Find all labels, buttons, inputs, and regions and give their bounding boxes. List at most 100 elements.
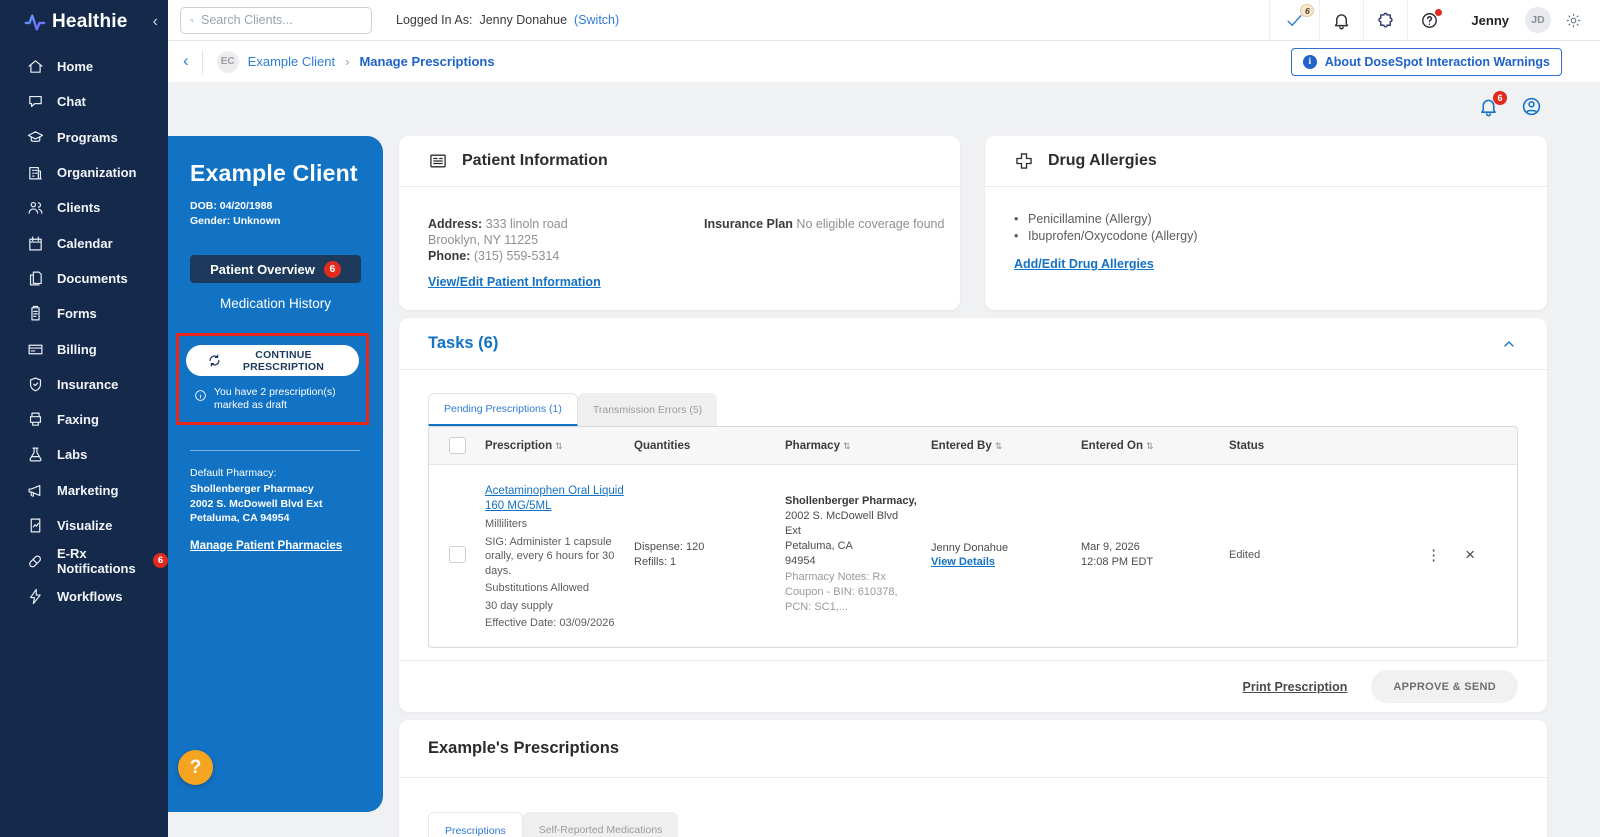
sidebar-item-programs[interactable]: Programs xyxy=(0,120,168,155)
tab-prescriptions[interactable]: Prescriptions xyxy=(428,812,523,837)
tab-transmission-errors[interactable]: Transmission Errors (5) xyxy=(577,393,718,426)
sidebar-item-marketing[interactable]: Marketing xyxy=(0,473,168,508)
sidebar-item-home[interactable]: Home xyxy=(0,49,168,84)
bell-icon xyxy=(1335,13,1349,29)
sidebar-item-labs[interactable]: Labs xyxy=(0,437,168,472)
healthie-pulse-icon xyxy=(24,14,46,31)
table-header-row: Prescription ⇅ Quantities Pharmacy ⇅ Enter… xyxy=(429,427,1517,465)
settings-button[interactable] xyxy=(1565,12,1582,29)
drug-unit: Milliliters xyxy=(485,518,528,530)
drug-sig: SIG: Administer 1 capsule orally, every … xyxy=(485,535,615,577)
manage-pharmacies-link[interactable]: Manage Patient Pharmacies xyxy=(190,540,342,552)
col-entered-by[interactable]: Entered By xyxy=(931,440,992,452)
user-first-name[interactable]: Jenny xyxy=(1471,13,1509,28)
tasks-count-badge: 6 xyxy=(1300,4,1315,17)
integrations-button[interactable] xyxy=(1363,0,1407,40)
people-icon xyxy=(28,202,43,215)
tab-pending-prescriptions[interactable]: Pending Prescriptions (1) xyxy=(428,393,578,426)
default-pharmacy-address: Shollenberger Pharmacy 2002 S. McDowell … xyxy=(190,482,372,526)
sort-icon[interactable]: ⇅ xyxy=(843,441,851,451)
row-dismiss-icon[interactable]: × xyxy=(1465,546,1475,563)
sidebar-collapse-icon[interactable]: ‹ xyxy=(153,13,158,31)
about-dosespot-button[interactable]: i About DoseSpot Interaction Warnings xyxy=(1290,47,1562,76)
sidebar-item-clients[interactable]: Clients xyxy=(0,190,168,225)
continue-prescription-button[interactable]: CONTINUE PRESCRIPTION xyxy=(186,345,359,376)
sidebar-item-visualize[interactable]: Visualize xyxy=(0,508,168,543)
breadcrumb-client-link[interactable]: Example Client xyxy=(248,54,335,69)
notifications-button[interactable] xyxy=(1319,0,1363,40)
user-avatar[interactable]: JD xyxy=(1525,7,1551,33)
row-menu-icon[interactable]: ⋮ xyxy=(1426,546,1441,564)
tab-self-reported-medications[interactable]: Self-Reported Medications xyxy=(522,812,679,837)
search-input[interactable] xyxy=(201,13,362,27)
account-button[interactable] xyxy=(1521,96,1542,117)
tasks-tabs: Pending Prescriptions (1) Transmission E… xyxy=(428,393,1547,426)
switch-user-link[interactable]: (Switch) xyxy=(574,13,619,27)
sidebar-item-label: Chat xyxy=(57,94,86,110)
sidebar-item-documents[interactable]: Documents xyxy=(0,261,168,296)
refresh-icon xyxy=(208,354,220,367)
help-fab-button[interactable]: ? xyxy=(178,750,213,785)
tasks-check-button[interactable]: 6 xyxy=(1269,0,1319,40)
drug-link[interactable]: Acetaminophen Oral Liquid 160 MG/5ML xyxy=(485,484,624,514)
sort-icon[interactable]: ⇅ xyxy=(555,441,563,451)
tasks-footer: Print Prescription APPROVE & SEND xyxy=(399,660,1547,712)
row-checkbox[interactable] xyxy=(448,546,466,564)
divider xyxy=(190,450,360,451)
sidebar-item-organization[interactable]: Organization xyxy=(0,155,168,190)
documents-icon xyxy=(29,271,42,286)
allergy-item: Ibuprofen/Oxycodone (Allergy) xyxy=(1014,228,1547,245)
approve-send-button[interactable]: APPROVE & SEND xyxy=(1371,670,1518,703)
chart-document-icon xyxy=(30,518,41,533)
sidebar-item-faxing[interactable]: Faxing xyxy=(0,402,168,437)
help-button[interactable] xyxy=(1407,0,1451,40)
rx-notifications-button[interactable]: 6 xyxy=(1478,91,1507,117)
logged-in-as: Logged In As: Jenny Donahue (Switch) xyxy=(396,13,619,27)
sidebar-item-label: E-Rx Notifications xyxy=(57,545,136,576)
annotation-highlight-box: CONTINUE PRESCRIPTION You have 2 prescri… xyxy=(176,333,369,425)
sort-icon[interactable]: ⇅ xyxy=(995,441,1003,451)
back-chevron-icon[interactable]: ‹ xyxy=(168,51,202,73)
patient-overview-tab[interactable]: Patient Overview 6 xyxy=(190,255,361,283)
client-search[interactable] xyxy=(180,6,372,34)
patient-gender: Gender: Unknown xyxy=(190,215,281,227)
sidebar-item-insurance[interactable]: Insurance xyxy=(0,367,168,402)
col-pharmacy[interactable]: Pharmacy xyxy=(785,440,840,452)
megaphone-icon xyxy=(28,484,41,497)
entered-by-name: Jenny Donahue xyxy=(931,542,1009,555)
view-edit-patient-link[interactable]: View/Edit Patient Information xyxy=(428,275,601,289)
sort-icon[interactable]: ⇅ xyxy=(1146,441,1154,451)
sidebar-item-erx-notifications[interactable]: E-Rx Notifications 6 xyxy=(0,543,168,578)
insurance-label: Insurance Plan xyxy=(704,217,793,231)
sidebar-item-label: Documents xyxy=(57,270,128,286)
select-all-checkbox[interactable] xyxy=(448,437,466,454)
notification-badge: 6 xyxy=(1493,91,1507,105)
medication-history-tab[interactable]: Medication History xyxy=(190,296,361,311)
view-details-link[interactable]: View Details xyxy=(931,556,995,568)
add-edit-allergies-link[interactable]: Add/Edit Drug Allergies xyxy=(1014,257,1154,271)
sidebar-item-label: Home xyxy=(57,59,94,75)
sidebar-item-forms[interactable]: Forms xyxy=(0,296,168,331)
entered-on-date: Mar 9, 2026 xyxy=(1081,540,1140,553)
col-prescription[interactable]: Prescription xyxy=(485,440,552,452)
overview-badge: 6 xyxy=(323,260,341,278)
search-icon xyxy=(190,18,194,22)
patient-information-title: Patient Information xyxy=(462,152,608,169)
allergy-item: Penicillamine (Allergy) xyxy=(1014,211,1547,228)
sidebar-item-chat[interactable]: Chat xyxy=(0,84,168,119)
print-prescription-link[interactable]: Print Prescription xyxy=(1243,680,1348,694)
collapse-tasks-button[interactable] xyxy=(1501,336,1517,352)
col-entered-on[interactable]: Entered On xyxy=(1081,440,1143,452)
sidebar-item-label: Marketing xyxy=(57,482,119,498)
chevron-up-icon xyxy=(1504,340,1514,347)
sidebar-item-calendar[interactable]: Calendar xyxy=(0,225,168,260)
logged-in-name: Jenny Donahue xyxy=(479,13,568,27)
pharmacy-address2: Petaluma, CA 94954 xyxy=(190,512,290,524)
sidebar-item-billing[interactable]: Billing xyxy=(0,331,168,366)
drug-effective-date: Effective Date: 03/09/2026 xyxy=(485,617,615,629)
sidebar-item-label: Clients xyxy=(57,200,101,216)
divider xyxy=(201,49,203,74)
row-pharmacy-zip: 94954 xyxy=(785,555,816,568)
sidebar-item-workflows[interactable]: Workflows xyxy=(0,578,168,613)
row-pharmacy-address2: Petaluma, CA xyxy=(785,540,853,553)
